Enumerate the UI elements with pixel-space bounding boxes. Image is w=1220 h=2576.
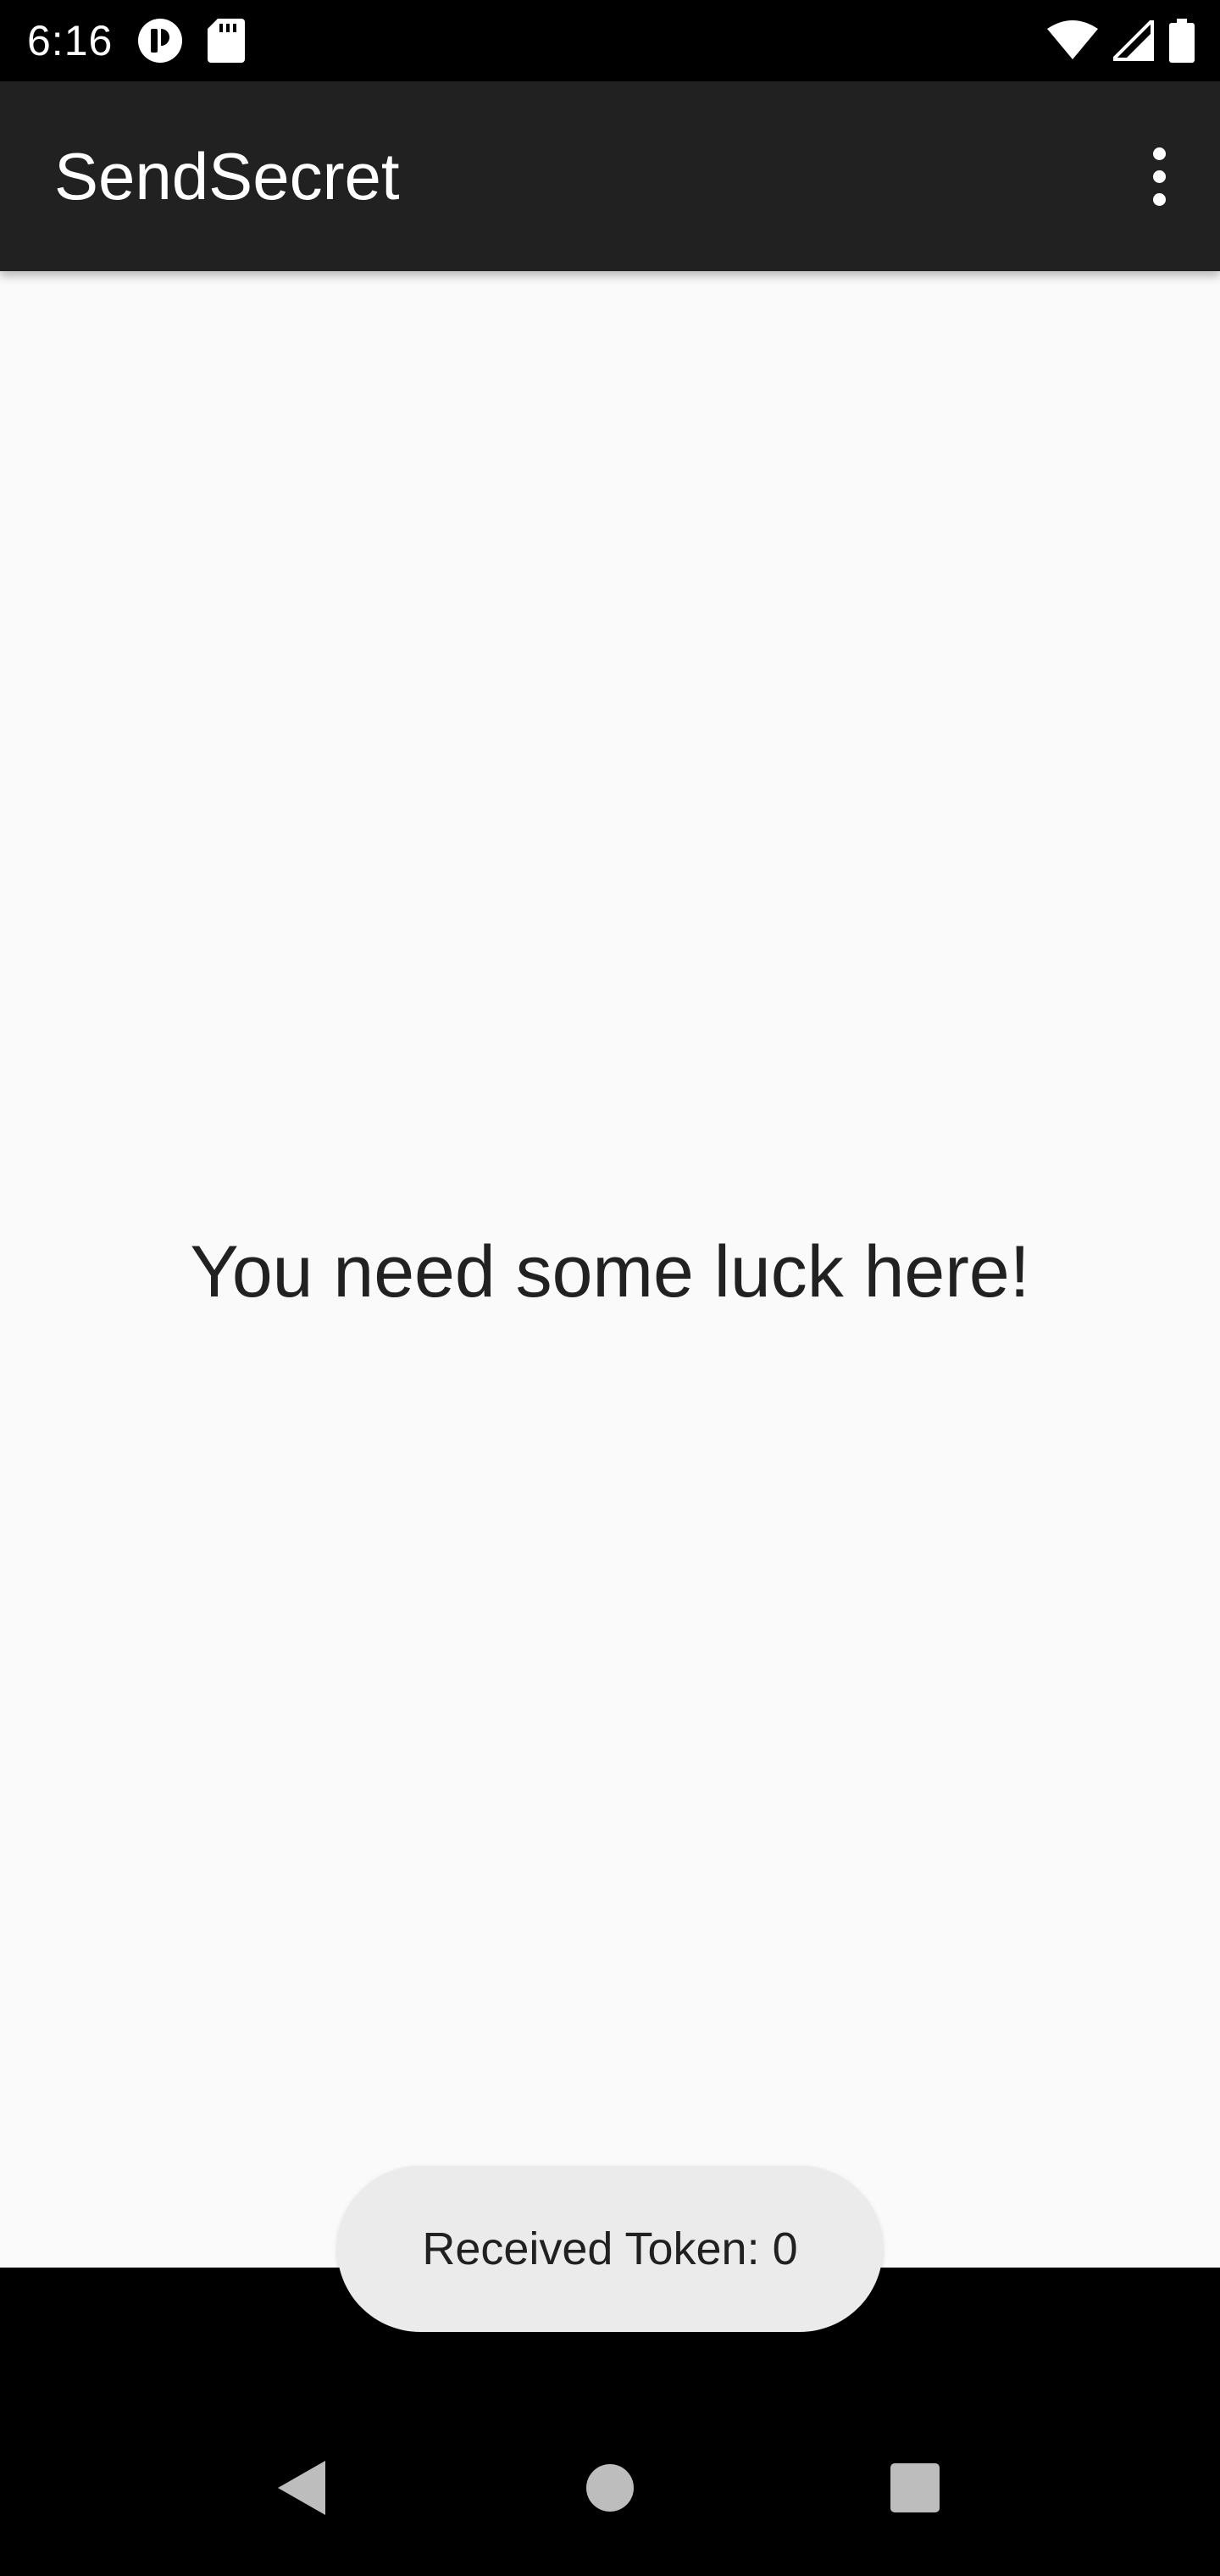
status-time: 6:16	[27, 17, 114, 64]
main-content: You need some luck here!	[0, 271, 1220, 2268]
wifi-icon	[1047, 20, 1098, 61]
battery-icon	[1169, 19, 1195, 63]
sd-card-icon	[208, 19, 246, 63]
toast-text: Received Token: 0	[422, 2223, 798, 2274]
status-right	[1047, 19, 1195, 63]
recents-button[interactable]	[874, 2449, 956, 2530]
more-vert-icon	[1152, 147, 1166, 160]
toast: Received Token: 0	[337, 2166, 883, 2332]
media-indicator-icon	[136, 17, 184, 64]
recents-icon	[890, 2462, 940, 2518]
home-icon	[585, 2462, 635, 2518]
status-bar: 6:16	[0, 0, 1220, 81]
app-bar: SendSecret	[0, 81, 1220, 271]
cellular-signal-icon	[1113, 20, 1154, 61]
more-options-button[interactable]	[1118, 125, 1200, 227]
more-vert-icon-dot	[1152, 192, 1166, 206]
app-title: SendSecret	[54, 138, 400, 214]
back-icon	[274, 2457, 329, 2523]
status-left: 6:16	[27, 16, 246, 65]
home-button[interactable]	[569, 2449, 651, 2530]
more-vert-icon-dot	[1152, 169, 1166, 183]
luck-message: You need some luck here!	[190, 1231, 1030, 1313]
back-button[interactable]	[261, 2449, 342, 2530]
